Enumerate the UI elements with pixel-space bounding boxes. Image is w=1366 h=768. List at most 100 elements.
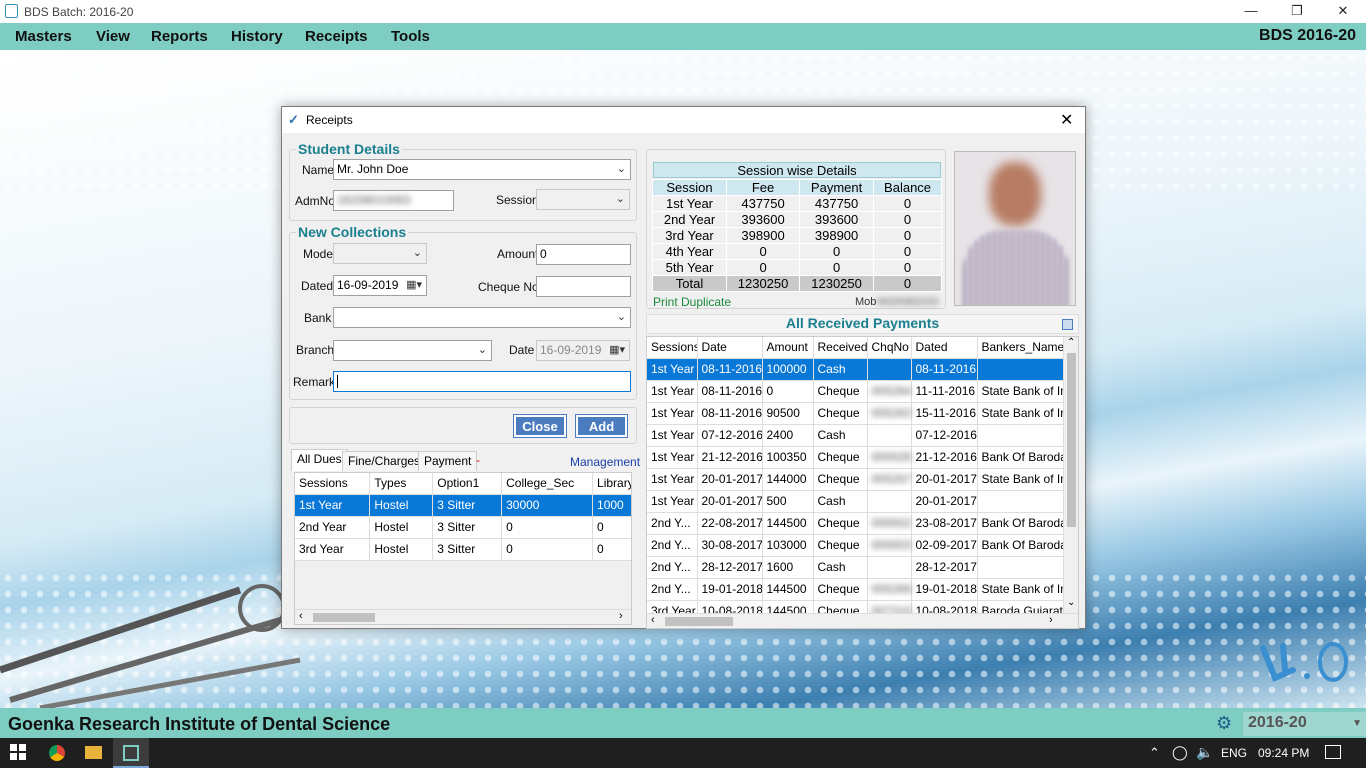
- tab-payment[interactable]: Payment: [418, 451, 478, 471]
- dated-picker[interactable]: 16-09-2019 ▦▾: [333, 275, 427, 296]
- chevron-right-icon[interactable]: ›: [1049, 614, 1053, 626]
- close-button[interactable]: Close: [513, 414, 567, 438]
- payments-horizontal-scrollbar[interactable]: ‹ ›: [647, 613, 1078, 628]
- calendar-icon: ▦▾: [406, 279, 422, 291]
- admno-field[interactable]: 16208010063: [333, 190, 454, 211]
- dialog-close-icon[interactable]: ✕: [1060, 110, 1073, 130]
- cell: 23-08-2017: [911, 512, 978, 535]
- table-row[interactable]: 1st Year 20-01-2017 500 Cash 20-01-2017: [647, 490, 1078, 513]
- chevron-up-icon[interactable]: ⌃: [1149, 745, 1160, 761]
- tab-fine-charges[interactable]: Fine/Charges: [342, 451, 427, 471]
- table-row[interactable]: 2nd Year Hostel 3 Sitter 0 0: [295, 516, 631, 539]
- table-row[interactable]: 1st Year 08-11-2016 100000 Cash 08-11-2016: [647, 358, 1078, 381]
- session-combo[interactable]: ⌄: [536, 189, 630, 210]
- status-footer: Goenka Research Institute of Dental Scie…: [0, 708, 1366, 738]
- chevron-left-icon[interactable]: ‹: [651, 614, 655, 626]
- menu-history[interactable]: History: [231, 28, 283, 45]
- bank-combo[interactable]: ⌄: [333, 307, 631, 328]
- cell: 2nd Year: [295, 516, 371, 539]
- mode-combo[interactable]: ⌄: [333, 243, 427, 264]
- dues-col-sessions[interactable]: Sessions: [295, 473, 371, 495]
- menu-tools[interactable]: Tools: [391, 28, 430, 45]
- cell: 15-11-2016: [911, 402, 978, 425]
- table-row[interactable]: 2nd Y... 22-08-2017 144500 Cheque 000002 23-0…: [647, 512, 1078, 535]
- tab-all-dues[interactable]: All Dues: [291, 449, 348, 471]
- app-taskbar-button[interactable]: [113, 738, 149, 768]
- management-link[interactable]: Management: [570, 455, 640, 469]
- chevron-left-icon[interactable]: ‹: [299, 610, 303, 622]
- cell: 0: [501, 516, 594, 539]
- pay-col-sessions[interactable]: Sessions: [647, 337, 698, 359]
- menu-receipts[interactable]: Receipts: [305, 28, 368, 45]
- table-row[interactable]: 1st Year 20-01-2017 144000 Cheque 005267 20-0…: [647, 468, 1078, 491]
- chevron-up-icon[interactable]: ⌃: [1067, 337, 1075, 348]
- cell: 1st Year: [647, 424, 698, 447]
- close-window-button[interactable]: ✕: [1320, 0, 1366, 23]
- dues-horizontal-scrollbar[interactable]: ‹ ›: [295, 609, 631, 624]
- pay-col-dated[interactable]: Dated: [911, 337, 978, 359]
- chrome-icon[interactable]: [49, 745, 65, 761]
- pay-col-amount[interactable]: Amount: [762, 337, 814, 359]
- table-row[interactable]: 2nd Y... 19-01-2018 144500 Cheque 005269 19-0…: [647, 578, 1078, 601]
- date-label: Date: [509, 343, 535, 357]
- tab-marker: -: [476, 453, 480, 467]
- student-photo: [954, 151, 1076, 306]
- cell: 21-12-2016: [697, 446, 763, 469]
- menu-view[interactable]: View: [96, 28, 130, 45]
- table-row[interactable]: 2nd Y... 30-08-2017 103000 Cheque 000003 02-0…: [647, 534, 1078, 557]
- dues-col-library[interactable]: Library: [592, 473, 631, 495]
- table-row[interactable]: 3rd Year Hostel 3 Sitter 0 0: [295, 538, 631, 561]
- cheque-no-field[interactable]: [536, 276, 631, 297]
- remark-field[interactable]: [333, 371, 631, 392]
- table-row[interactable]: 1st Year 08-11-2016 0 Cheque 005264 11-11-201…: [647, 380, 1078, 403]
- chevron-down-icon[interactable]: ⌄: [1067, 597, 1075, 608]
- table-row[interactable]: 1st Year 21-12-2016 100350 Cheque 000026 21-1…: [647, 446, 1078, 469]
- settings-gear-icon[interactable]: ⚙: [1216, 713, 1232, 734]
- cell: 08-11-2016: [697, 358, 763, 381]
- cell: 0: [501, 538, 594, 561]
- cell: Cash: [813, 358, 868, 381]
- branch-combo[interactable]: ⌄: [333, 340, 492, 361]
- scroll-thumb[interactable]: [313, 613, 375, 622]
- scroll-thumb[interactable]: [1067, 353, 1076, 527]
- payments-header-row: Sessions Date Amount Received ChqNo Date…: [647, 337, 1078, 359]
- scroll-thumb[interactable]: [665, 617, 733, 626]
- restore-button[interactable]: ❐: [1274, 0, 1320, 23]
- expand-icon[interactable]: [1062, 319, 1073, 330]
- dues-col-option1[interactable]: Option1: [432, 473, 503, 495]
- payments-vertical-scrollbar[interactable]: ⌃ ⌄: [1063, 337, 1078, 613]
- table-row[interactable]: 1st Year 08-11-2016 90500 Cheque 005263 15-11…: [647, 402, 1078, 425]
- network-icon[interactable]: ◯: [1172, 744, 1188, 761]
- clock[interactable]: 09:24 PM: [1258, 746, 1309, 760]
- year-select[interactable]: 2016-20 ▼: [1243, 712, 1366, 736]
- add-button[interactable]: Add: [575, 414, 628, 438]
- name-combo[interactable]: Mr. John Doe ⌄: [333, 159, 631, 180]
- menu-masters[interactable]: Masters: [15, 28, 72, 45]
- table-row[interactable]: 1st Year Hostel 3 Sitter 30000 1000: [295, 494, 631, 517]
- dues-col-college-sec[interactable]: College_Sec: [501, 473, 594, 495]
- cell: 20-01-2017: [911, 468, 978, 491]
- table-row[interactable]: 2nd Y... 28-12-2017 1600 Cash 28-12-2017: [647, 556, 1078, 579]
- bank-label: Bank: [304, 311, 332, 325]
- notification-icon[interactable]: [1325, 745, 1341, 759]
- pay-col-received[interactable]: Received: [813, 337, 868, 359]
- date-picker[interactable]: 16-09-2019 ▦▾: [536, 340, 630, 361]
- amount-field[interactable]: 0: [536, 244, 631, 265]
- menu-reports[interactable]: Reports: [151, 28, 208, 45]
- cell: 0: [592, 516, 631, 539]
- file-explorer-icon[interactable]: [85, 746, 102, 759]
- windows-start-icon[interactable]: [10, 744, 26, 760]
- cell: 005264: [867, 380, 912, 403]
- cell: 500: [762, 490, 814, 513]
- language-indicator[interactable]: ENG: [1221, 746, 1247, 760]
- dues-col-types[interactable]: Types: [369, 473, 434, 495]
- print-duplicate-link[interactable]: Print Duplicate: [653, 295, 731, 309]
- chevron-right-icon[interactable]: ›: [619, 610, 623, 622]
- volume-icon[interactable]: 🔈: [1196, 744, 1213, 761]
- pay-col-chqno[interactable]: ChqNo: [867, 337, 912, 359]
- table-row[interactable]: 1st Year 07-12-2016 2400 Cash 07-12-2016: [647, 424, 1078, 447]
- cheque-no-label: Cheque No: [478, 280, 539, 294]
- minimize-button[interactable]: —: [1228, 0, 1274, 23]
- dated-label: Dated: [301, 279, 334, 293]
- pay-col-date[interactable]: Date: [697, 337, 763, 359]
